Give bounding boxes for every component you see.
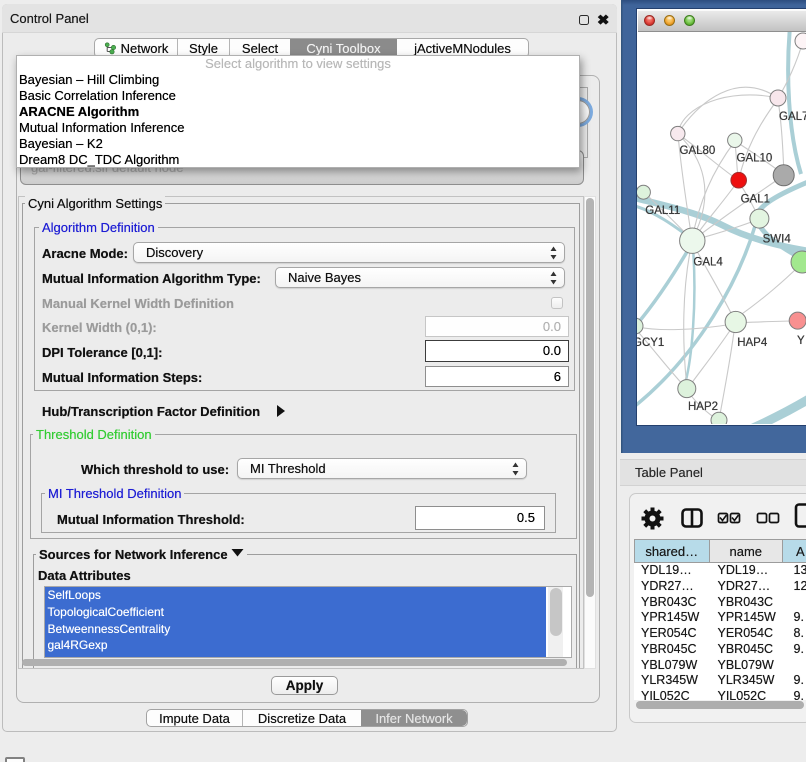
svg-text:GAL80: GAL80 xyxy=(680,145,716,157)
svg-text:Y: Y xyxy=(797,335,805,347)
svg-text:GAL11: GAL11 xyxy=(645,205,680,217)
svg-text:GCY1: GCY1 xyxy=(637,337,664,349)
svg-text:HAP4: HAP4 xyxy=(737,337,768,349)
svg-text:GAL10: GAL10 xyxy=(737,153,773,165)
svg-text:SWI4: SWI4 xyxy=(763,234,792,246)
svg-text:GAL4: GAL4 xyxy=(693,257,723,269)
svg-text:HAP2: HAP2 xyxy=(688,401,718,413)
svg-text:GAL7: GAL7 xyxy=(779,111,806,123)
svg-text:GAL1: GAL1 xyxy=(741,194,770,206)
